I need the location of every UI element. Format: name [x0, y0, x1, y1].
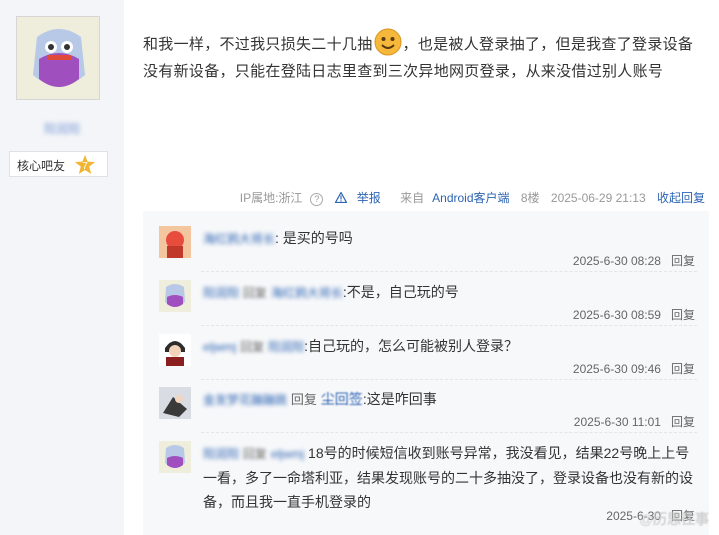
smile-emoji-icon — [374, 28, 402, 56]
reply-target-blurred[interactable]: 海红鸦大将长 — [271, 286, 343, 300]
author-name-blurred[interactable]: 阳润阳 — [0, 120, 124, 137]
reply-avatar[interactable] — [159, 226, 191, 258]
reply-target[interactable]: 尘回签 — [321, 391, 363, 407]
post-text-1: 和我一样，不过我只损失二十几抽 — [143, 36, 373, 53]
level-number: 7 — [82, 161, 88, 172]
author-panel: 阳润阳 核心吧友 7 — [0, 0, 124, 535]
warning-icon — [334, 192, 347, 203]
reply-username-blurred[interactable]: 阳润阳 — [203, 447, 239, 461]
badge-label: 核心吧友 — [17, 159, 66, 173]
post-meta: IP属地:浙江? 举报 来自 Android客户端 8楼 2025-06-29 2… — [224, 189, 705, 206]
member-badge[interactable]: 核心吧友 7 — [9, 151, 108, 177]
floor-number: 8楼 — [520, 191, 540, 205]
reply-username-blurred[interactable]: 金发梦花蹦蹦跳 — [203, 393, 287, 407]
reply-text: eljwmj 回复 阳润阳:自己玩的，怎么可能被别人登录？ — [203, 338, 519, 354]
reply-button[interactable]: 回复 — [671, 362, 695, 376]
author-avatar[interactable] — [16, 16, 100, 100]
post-content: 和我一样，不过我只损失二十几抽 ，也是被人登录抽了，但是我查了登录设备没有新设备，… — [143, 27, 703, 85]
fold-replies-button[interactable]: 收起回复 — [657, 191, 705, 205]
reply-target-blurred[interactable]: 阳润阳 — [268, 340, 304, 354]
reply-button[interactable]: 回复 — [671, 254, 695, 268]
reply-meta: 2025-6-30 11:01 回复 — [573, 415, 695, 429]
reply-avatar[interactable] — [159, 441, 191, 473]
watermark: @历思往事 — [639, 511, 709, 527]
reply-text: 阳润阳 回复 海红鸦大将长:不是，自己玩的号 — [203, 284, 459, 300]
reply-avatar[interactable] — [159, 334, 191, 366]
level-star-icon: 7 — [75, 155, 95, 174]
reply-button[interactable]: 回复 — [671, 415, 695, 429]
reply-target-blurred[interactable]: eljwmj — [271, 447, 304, 461]
reply-meta: 2025-6-30 08:28 回复 — [572, 254, 695, 268]
reply-text: 海红鸦大将长: 是买的号吗 — [203, 230, 353, 246]
reply-avatar[interactable] — [159, 387, 191, 419]
reply-avatar[interactable] — [159, 280, 191, 312]
reply-button[interactable]: 回复 — [671, 308, 695, 322]
reply-username-blurred[interactable]: eljwmj — [203, 340, 236, 354]
divider — [201, 325, 697, 326]
reply-list: 海红鸦大将长: 是买的号吗 2025-6-30 08:28 回复 阳润阳 回复 海… — [143, 211, 709, 535]
reply-meta: 2025-6-30 09:46 回复 — [572, 362, 695, 376]
client-link[interactable]: Android客户端 — [432, 191, 509, 205]
client-source: 来自 Android客户端 — [400, 191, 510, 205]
help-icon[interactable]: ? — [310, 193, 324, 206]
post-time: 2025-06-29 21:13 — [550, 191, 646, 205]
reply-username-blurred[interactable]: 海红鸦大将长 — [203, 232, 275, 246]
reply-meta: 2025-6-30 08:59 回复 — [572, 308, 695, 322]
ip-location: IP属地:浙江? — [232, 191, 324, 206]
divider — [201, 271, 697, 272]
divider — [201, 432, 697, 433]
report-link[interactable]: 举报 — [334, 191, 381, 205]
divider — [201, 379, 697, 380]
reply-text: 阳润阳 回复 eljwmj 18号的时候短信收到账号异常，我没看见，结果22号晚… — [203, 445, 693, 510]
reply-username-blurred[interactable]: 阳润阳 — [203, 286, 239, 300]
reply-text: 金发梦花蹦蹦跳 回复 尘回签:这是咋回事 — [203, 391, 437, 407]
